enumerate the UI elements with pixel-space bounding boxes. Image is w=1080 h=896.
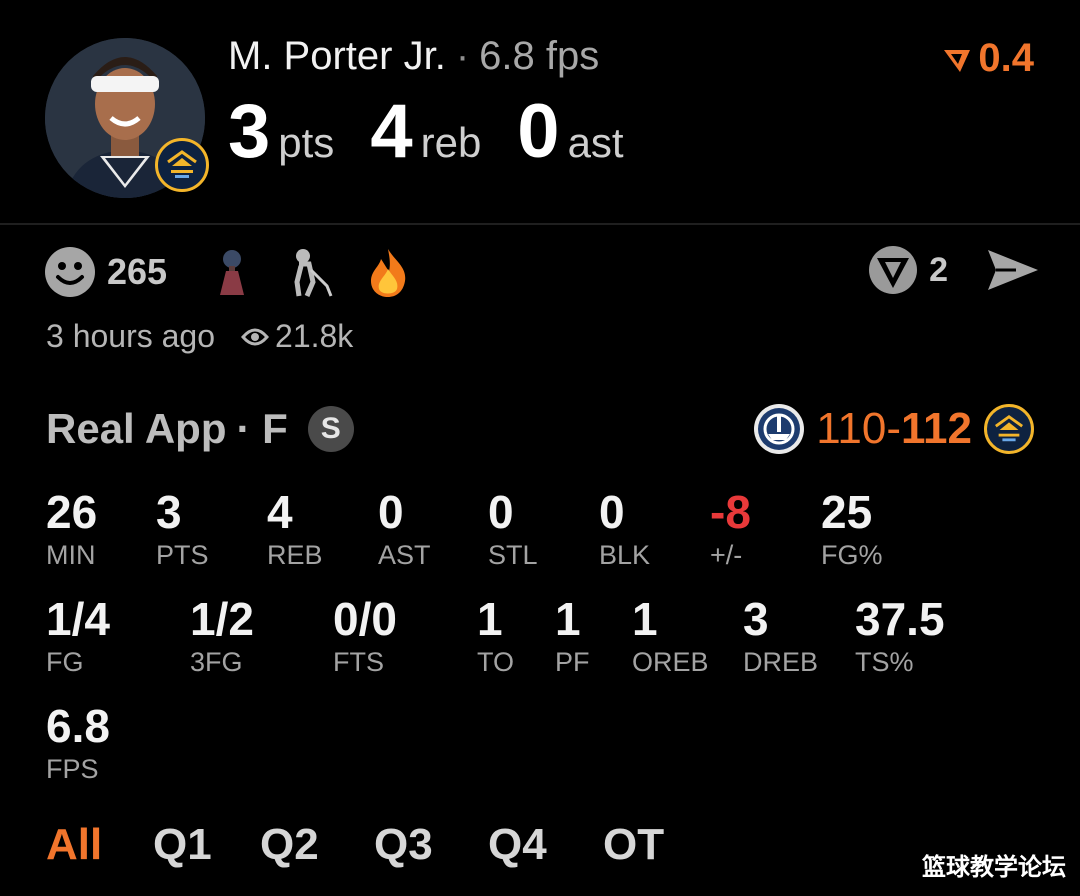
stat-value: 1/2 bbox=[190, 593, 254, 645]
stat-value: 0 bbox=[378, 486, 404, 538]
stat-label: BLK bbox=[599, 540, 651, 570]
stat-to: 1 TO bbox=[477, 593, 514, 679]
headline-reb-value: 4 bbox=[370, 89, 413, 174]
stat-label: DREB bbox=[743, 647, 819, 677]
stat-label: AST bbox=[378, 540, 431, 570]
stat-oreb: 1 OREB bbox=[632, 593, 709, 679]
stat-value: 1 bbox=[632, 593, 658, 645]
stat-value: 3 bbox=[743, 593, 769, 645]
header-divider bbox=[0, 223, 1080, 225]
stat-fg-pct: 25 FG% bbox=[821, 486, 883, 572]
stat-label: STL bbox=[488, 540, 538, 570]
stat-label: MIN bbox=[46, 540, 96, 570]
stat-label: OREB bbox=[632, 647, 709, 677]
tab-q1[interactable]: Q1 bbox=[153, 820, 212, 870]
stat-label: FG bbox=[46, 647, 84, 677]
tab-all[interactable]: All bbox=[46, 820, 102, 870]
stat-label: PF bbox=[555, 647, 590, 677]
player-name[interactable]: M. Porter Jr. bbox=[228, 34, 446, 78]
headline-reb-label: reb bbox=[420, 119, 482, 166]
stat-value: 37.5 bbox=[855, 593, 945, 645]
stat-value: 6.8 bbox=[46, 700, 110, 752]
headline-ast-value: 0 bbox=[517, 89, 560, 174]
game-source: Real App · F S bbox=[46, 405, 354, 453]
stat-value: 3 bbox=[156, 486, 182, 538]
nuggets-logo-icon bbox=[155, 138, 209, 192]
stat-ts-pct: 37.5 TS% bbox=[855, 593, 945, 679]
stat-value: 0 bbox=[488, 486, 514, 538]
stat-value: 0 bbox=[599, 486, 625, 538]
headline-pts-value: 3 bbox=[228, 89, 271, 174]
player-title: M. Porter Jr. · 6.8 fps bbox=[228, 34, 599, 79]
stat-pf: 1 PF bbox=[555, 593, 590, 679]
stat-value: 4 bbox=[267, 486, 293, 538]
elder-with-cane-emoji-icon[interactable] bbox=[285, 246, 335, 298]
stat-pts: 3 PTS bbox=[156, 486, 209, 572]
stat-plus-minus: -8 +/- bbox=[710, 486, 751, 572]
stat-label: REB bbox=[267, 540, 323, 570]
stat-value: 1 bbox=[477, 593, 503, 645]
person-emoji-icon[interactable] bbox=[207, 246, 257, 298]
stat-dreb: 3 DREB bbox=[743, 593, 818, 679]
stat-value: 1 bbox=[555, 593, 581, 645]
nuggets-logo-small-icon bbox=[984, 404, 1034, 454]
stat-fts: 0/0 FTS bbox=[333, 593, 397, 679]
stat-stl: 0 STL bbox=[488, 486, 538, 572]
stat-value: -8 bbox=[710, 486, 751, 538]
smile-reaction-icon[interactable] bbox=[45, 247, 95, 297]
stat-value: 25 bbox=[821, 486, 873, 538]
stat-fps: 6.8 FPS bbox=[46, 700, 110, 786]
tab-q4[interactable]: Q4 bbox=[488, 820, 547, 870]
stat-label: +/- bbox=[710, 540, 743, 570]
stat-value: 0/0 bbox=[333, 593, 397, 645]
comment-count: 2 bbox=[929, 250, 948, 289]
player-fps: 6.8 fps bbox=[479, 34, 600, 78]
post-actions: 2 bbox=[867, 244, 1040, 296]
score-text: 110-112 bbox=[816, 404, 972, 454]
stat-label: FTS bbox=[333, 647, 384, 677]
post-meta: 3 hours ago 21.8k bbox=[46, 318, 353, 355]
headline-pts-label: pts bbox=[278, 119, 335, 166]
fps-delta[interactable]: 0.4 bbox=[942, 36, 1034, 81]
vote-icon[interactable] bbox=[867, 244, 919, 296]
separator-dot: · bbox=[455, 34, 470, 78]
reaction-bar: 265 bbox=[45, 246, 441, 298]
reaction-count: 265 bbox=[107, 251, 168, 292]
fire-emoji-icon[interactable] bbox=[363, 246, 413, 298]
home-score: 112 bbox=[901, 404, 972, 453]
game-status: · F bbox=[236, 405, 288, 452]
stat-ast: 0 AST bbox=[378, 486, 431, 572]
away-score: 110- bbox=[816, 404, 902, 453]
stat-min: 26 MIN bbox=[46, 486, 97, 572]
down-arrow-icon bbox=[944, 49, 971, 72]
tab-q2[interactable]: Q2 bbox=[260, 820, 319, 870]
tab-q3[interactable]: Q3 bbox=[374, 820, 433, 870]
watermark: 篮球教学论坛 bbox=[922, 853, 1066, 881]
stat-3fg: 1/2 3FG bbox=[190, 593, 254, 679]
view-count: 21.8k bbox=[275, 318, 354, 354]
stat-blk: 0 BLK bbox=[599, 486, 650, 572]
source-name: Real App bbox=[46, 405, 227, 452]
tab-ot[interactable]: OT bbox=[603, 820, 664, 870]
stat-reb: 4 REB bbox=[267, 486, 323, 572]
stat-label: FG% bbox=[821, 540, 883, 570]
s-badge: S bbox=[307, 406, 354, 452]
stat-value: 26 bbox=[46, 486, 98, 538]
headline-ast-label: ast bbox=[567, 119, 624, 166]
share-send-icon[interactable] bbox=[986, 246, 1040, 294]
eye-icon bbox=[241, 328, 269, 345]
game-score[interactable]: 110-112 bbox=[754, 404, 1034, 454]
time-ago: 3 hours ago bbox=[46, 318, 216, 354]
opponent-logo-icon bbox=[754, 404, 805, 454]
fps-delta-value: 0.4 bbox=[978, 36, 1034, 80]
stat-label: TO bbox=[477, 647, 515, 677]
stat-label: TS% bbox=[855, 647, 914, 677]
stat-label: PTS bbox=[156, 540, 209, 570]
stat-fg: 1/4 FG bbox=[46, 593, 110, 679]
stat-value: 1/4 bbox=[46, 593, 110, 645]
headline-stats: 3 pts 4 reb 0 ast bbox=[228, 88, 660, 175]
stat-label: 3FG bbox=[190, 647, 243, 677]
stat-label: FPS bbox=[46, 754, 99, 784]
